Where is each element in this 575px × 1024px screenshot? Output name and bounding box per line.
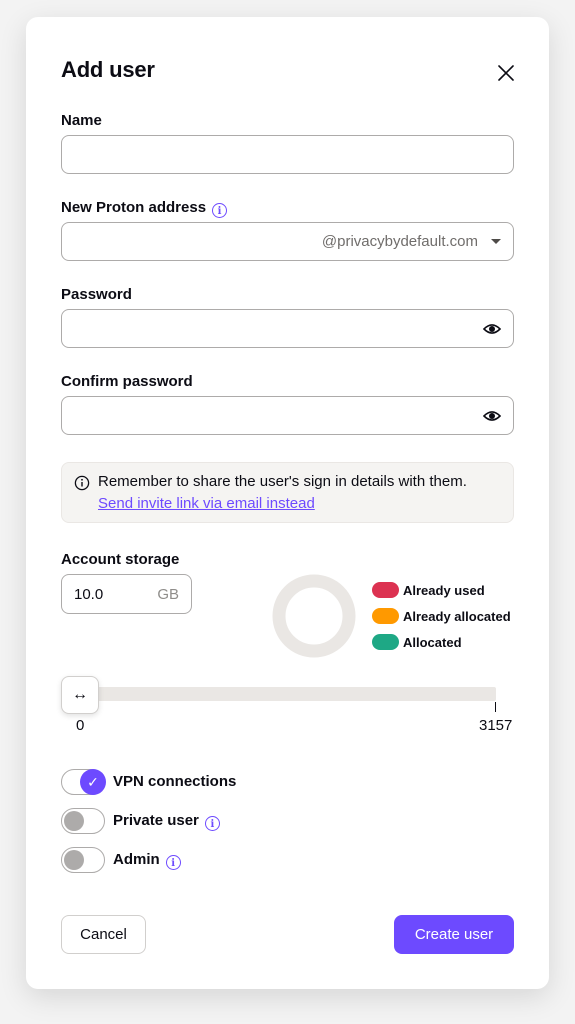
- legend-label: Already used: [403, 583, 485, 598]
- admin-label-row: Admin i: [113, 851, 181, 870]
- legend-item-already-used: Already used: [372, 582, 485, 598]
- info-circle-icon: [74, 475, 90, 491]
- storage-value: 10.0: [74, 586, 104, 603]
- private-user-toggle[interactable]: [61, 808, 105, 834]
- address-label-row: New Proton address i: [61, 199, 228, 218]
- storage-label: Account storage: [61, 551, 180, 568]
- checkmark-icon: ✓: [80, 769, 106, 795]
- private-user-label-row: Private user i: [113, 812, 220, 831]
- storage-donut-chart: [272, 574, 356, 658]
- create-user-button[interactable]: Create user: [394, 915, 514, 954]
- private-user-label: Private user: [113, 812, 199, 829]
- password-input[interactable]: [61, 309, 514, 348]
- info-icon[interactable]: i: [165, 855, 181, 870]
- close-icon[interactable]: [494, 61, 518, 85]
- name-input[interactable]: [61, 135, 514, 174]
- legend-label: Already allocated: [403, 609, 511, 624]
- storage-input[interactable]: 10.0 GB: [61, 574, 192, 614]
- add-user-dialog: Add user Name New Proton address i @priva…: [26, 17, 549, 989]
- storage-slider-handle[interactable]: ↔: [61, 676, 99, 714]
- toggle-knob: [64, 811, 84, 831]
- address-input[interactable]: @privacybydefault.com: [61, 222, 514, 261]
- vpn-connections-label: VPN connections: [113, 773, 237, 790]
- info-icon[interactable]: i: [212, 203, 228, 218]
- legend-swatch: [372, 634, 399, 650]
- storage-unit: GB: [157, 586, 179, 603]
- eye-icon[interactable]: [483, 408, 501, 424]
- info-notice: Remember to share the user's sign in det…: [61, 462, 514, 523]
- address-label: New Proton address: [61, 199, 207, 216]
- chevron-down-icon[interactable]: [491, 239, 501, 244]
- dialog-title: Add user: [61, 57, 155, 82]
- name-label: Name: [61, 112, 102, 129]
- slider-max-tick: [495, 702, 496, 712]
- slider-max-label: 3157: [479, 717, 513, 734]
- legend-item-allocated: Allocated: [372, 634, 462, 650]
- password-label: Password: [61, 286, 132, 303]
- admin-label: Admin: [113, 851, 160, 868]
- domain-select[interactable]: @privacybydefault.com: [322, 233, 478, 250]
- info-icon[interactable]: i: [204, 816, 220, 831]
- legend-swatch: [372, 582, 399, 598]
- legend-item-already-allocated: Already allocated: [372, 608, 511, 624]
- vpn-connections-toggle[interactable]: ✓: [61, 769, 106, 795]
- cancel-button[interactable]: Cancel: [61, 915, 146, 954]
- confirm-password-label: Confirm password: [61, 373, 193, 390]
- close-button[interactable]: [494, 61, 518, 85]
- storage-slider-track[interactable]: [80, 687, 496, 701]
- resize-arrows-icon: ↔: [72, 686, 88, 703]
- legend-label: Allocated: [403, 635, 462, 650]
- legend-swatch: [372, 608, 399, 624]
- slider-min-label: 0: [76, 717, 85, 734]
- send-invite-link[interactable]: Send invite link via email instead: [98, 495, 315, 512]
- confirm-password-input[interactable]: [61, 396, 514, 435]
- notice-text: Remember to share the user's sign in det…: [98, 473, 467, 490]
- toggle-knob: [64, 850, 84, 870]
- admin-toggle[interactable]: [61, 847, 105, 873]
- eye-icon[interactable]: [483, 321, 501, 337]
